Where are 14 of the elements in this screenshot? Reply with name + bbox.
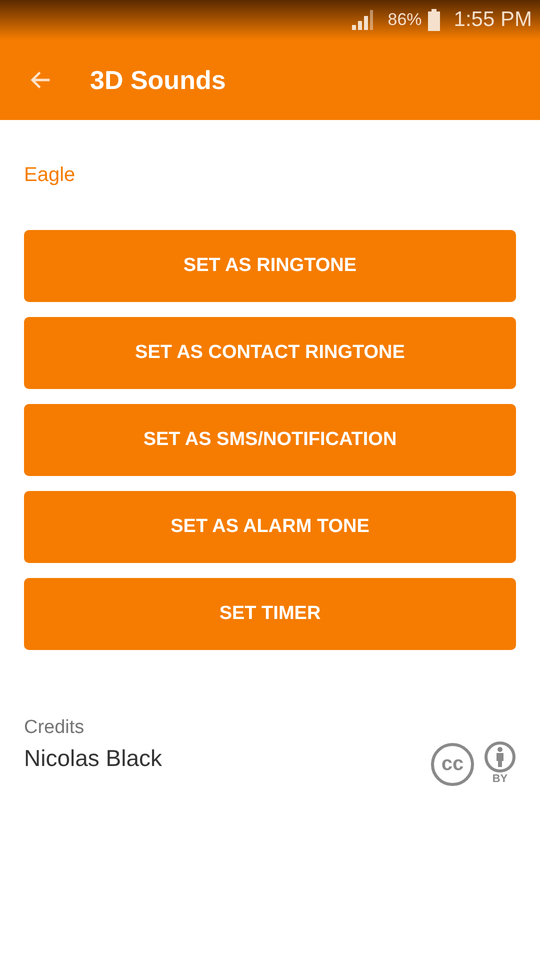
sound-name: Eagle bbox=[24, 164, 76, 187]
battery-percent: 86% bbox=[388, 10, 422, 30]
cc-license-icon: cc bbox=[431, 743, 474, 786]
battery-icon bbox=[428, 9, 440, 31]
clock-time: 1:55 PM bbox=[454, 8, 532, 32]
action-button[interactable]: SET AS CONTACT RINGTONE bbox=[24, 317, 516, 389]
action-button[interactable]: SET TIMER bbox=[24, 578, 516, 650]
credits-label: Credits bbox=[24, 717, 86, 739]
author-name: Nicolas Black bbox=[24, 745, 162, 772]
signal-icon bbox=[352, 10, 374, 30]
action-button[interactable]: SET AS ALARM TONE bbox=[24, 491, 516, 563]
app-title: 3D Sounds bbox=[90, 64, 226, 96]
action-button[interactable]: SET AS RINGTONE bbox=[24, 230, 516, 302]
action-button[interactable]: SET AS SMS/NOTIFICATION bbox=[24, 404, 516, 476]
